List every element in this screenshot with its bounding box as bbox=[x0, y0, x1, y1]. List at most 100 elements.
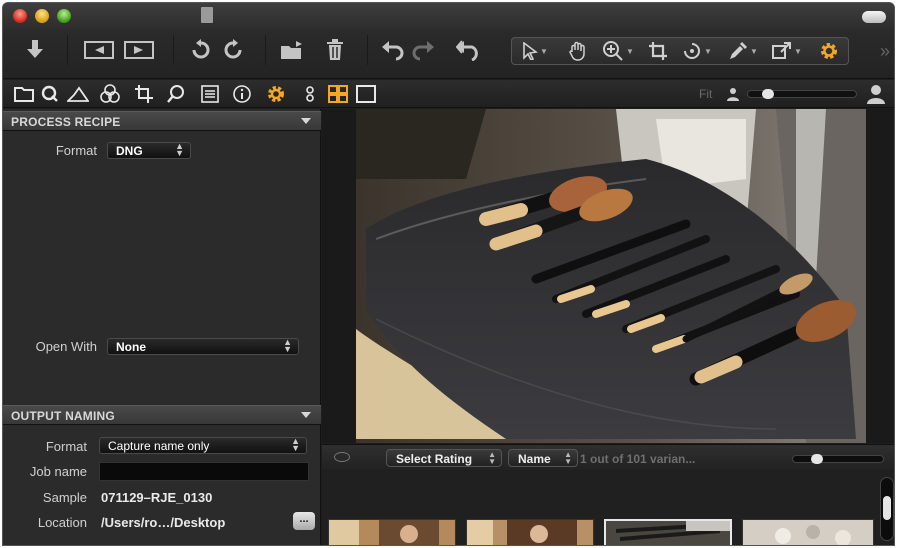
viewer-zoom-slider[interactable] bbox=[747, 89, 857, 99]
eye-icon[interactable] bbox=[334, 452, 350, 462]
reset-arrow-icon bbox=[456, 40, 478, 61]
previous-button[interactable] bbox=[83, 36, 115, 64]
person-large-icon bbox=[867, 85, 885, 104]
rotate-free-icon bbox=[684, 43, 700, 59]
color-picker-tool[interactable]: ▼ bbox=[728, 38, 758, 64]
viewer-photo[interactable] bbox=[356, 109, 866, 443]
move-to-folder-button[interactable] bbox=[279, 36, 309, 64]
tab-process[interactable] bbox=[265, 83, 287, 105]
color-circles-icon bbox=[100, 84, 120, 103]
zoom-tool[interactable]: ▼ bbox=[602, 38, 634, 64]
zoom-fit-label[interactable]: Fit bbox=[699, 87, 712, 101]
tab-focus[interactable] bbox=[165, 83, 187, 105]
job-name-field[interactable] bbox=[99, 462, 309, 481]
app-window: ▼ ▼ ▼ ▼ ▼ » Fit PROCESS RECIPE Format DN… bbox=[2, 2, 895, 546]
open-with-value: None bbox=[116, 340, 146, 354]
naming-format-label: Format bbox=[45, 439, 87, 454]
folder-icon bbox=[14, 87, 34, 102]
tab-details[interactable] bbox=[199, 83, 221, 105]
window-close-button[interactable] bbox=[13, 9, 27, 23]
location-label: Location bbox=[37, 515, 87, 530]
settings-tool[interactable] bbox=[818, 38, 840, 64]
updown-arrows-icon: ▲ ▼ bbox=[283, 337, 292, 354]
import-button[interactable] bbox=[21, 36, 49, 64]
hand-icon bbox=[569, 41, 585, 61]
cursor-tools-group: ▼ ▼ ▼ ▼ ▼ bbox=[511, 37, 849, 65]
copy-apply-icon bbox=[772, 42, 791, 59]
crop-icon bbox=[649, 42, 667, 60]
single-view-icon bbox=[356, 85, 376, 103]
thumbnail-selected[interactable] bbox=[604, 519, 732, 545]
slider-knob[interactable] bbox=[762, 89, 774, 99]
location-value: /Users/ro…/Desktop bbox=[101, 515, 226, 530]
collapse-triangle-icon[interactable] bbox=[301, 412, 311, 418]
next-frame-icon bbox=[124, 41, 154, 59]
thumbnail[interactable] bbox=[742, 519, 874, 545]
select-rating-dropdown[interactable]: Select Rating ▲ ▼ bbox=[386, 449, 502, 467]
collapse-triangle-icon[interactable] bbox=[301, 118, 311, 124]
tab-grid-view[interactable] bbox=[327, 83, 349, 105]
list-icon bbox=[201, 85, 219, 103]
toolbar-overflow-button[interactable]: » bbox=[880, 41, 890, 62]
open-with-select[interactable]: None ▲ ▼ bbox=[107, 338, 299, 355]
makeup-brushes-photo bbox=[356, 109, 866, 443]
select-cursor-tool[interactable]: ▼ bbox=[522, 38, 548, 64]
crop-tool[interactable] bbox=[648, 38, 668, 64]
naming-format-value: Capture name only bbox=[108, 439, 210, 453]
thumbnail-image bbox=[467, 520, 593, 545]
sort-label: Name bbox=[518, 452, 551, 466]
copy-apply-tool[interactable]: ▼ bbox=[772, 38, 802, 64]
tab-single-view[interactable] bbox=[355, 83, 377, 105]
lens-icon bbox=[67, 86, 89, 102]
folder-move-icon bbox=[281, 41, 302, 59]
thumbnail-size-slider[interactable] bbox=[792, 454, 884, 464]
tab-adjustments[interactable] bbox=[303, 83, 317, 105]
toolbar-toggle-button[interactable] bbox=[862, 11, 886, 23]
trash-icon bbox=[327, 39, 343, 60]
image-viewer[interactable] bbox=[322, 109, 894, 443]
tab-color[interactable] bbox=[99, 83, 121, 105]
thumbnail[interactable] bbox=[328, 519, 456, 545]
open-with-label: Open With bbox=[35, 339, 97, 354]
tab-lens[interactable] bbox=[67, 83, 89, 105]
document-proxy-icon[interactable] bbox=[201, 7, 213, 23]
rotate-right-icon bbox=[224, 39, 242, 59]
sort-dropdown[interactable]: Name ▲ ▼ bbox=[508, 449, 578, 467]
thumbnail-image bbox=[606, 521, 730, 545]
naming-format-select[interactable]: Capture name only ▲ ▼ bbox=[99, 437, 307, 454]
output-naming-header[interactable]: OUTPUT NAMING bbox=[3, 405, 321, 425]
browser-filter-bar: Select Rating ▲ ▼ Name ▲ ▼ 1 out of 101 va… bbox=[322, 444, 894, 470]
rotate-left-icon bbox=[192, 39, 210, 59]
scrollbar-thumb[interactable] bbox=[883, 496, 891, 520]
format-value: DNG bbox=[116, 144, 143, 158]
process-recipe-header[interactable]: PROCESS RECIPE bbox=[3, 111, 321, 131]
thumbnail[interactable] bbox=[466, 519, 594, 545]
next-button[interactable] bbox=[123, 36, 155, 64]
tab-library[interactable] bbox=[13, 83, 35, 105]
image-browser bbox=[322, 471, 894, 545]
tab-composition[interactable] bbox=[133, 83, 155, 105]
rotate-left-button[interactable] bbox=[189, 36, 213, 64]
browser-scrollbar[interactable] bbox=[880, 477, 894, 541]
thumbnail-image bbox=[743, 520, 873, 545]
tab-metadata[interactable] bbox=[231, 83, 253, 105]
pan-tool[interactable] bbox=[568, 38, 588, 64]
tab-capture[interactable] bbox=[39, 83, 61, 105]
delete-button[interactable] bbox=[323, 36, 347, 64]
rotate-tool[interactable]: ▼ bbox=[682, 38, 712, 64]
slider-knob[interactable] bbox=[811, 454, 823, 464]
previous-frame-icon bbox=[84, 41, 114, 59]
main-toolbar: ▼ ▼ ▼ ▼ ▼ » bbox=[3, 3, 894, 79]
updown-arrows-icon: ▲ ▼ bbox=[175, 141, 184, 158]
format-select[interactable]: DNG ▲ ▼ bbox=[107, 142, 191, 159]
choose-location-button[interactable]: ... bbox=[293, 512, 315, 530]
thumbnail-image bbox=[329, 520, 455, 545]
reset-button[interactable] bbox=[455, 36, 483, 64]
undo-button[interactable] bbox=[381, 36, 405, 64]
window-minimize-button[interactable] bbox=[35, 9, 49, 23]
rotate-right-button[interactable] bbox=[221, 36, 245, 64]
magnifier-icon bbox=[167, 85, 184, 103]
redo-button[interactable] bbox=[411, 36, 435, 64]
updown-arrows-icon: ▲ ▼ bbox=[564, 450, 572, 466]
window-zoom-button[interactable] bbox=[57, 9, 71, 23]
